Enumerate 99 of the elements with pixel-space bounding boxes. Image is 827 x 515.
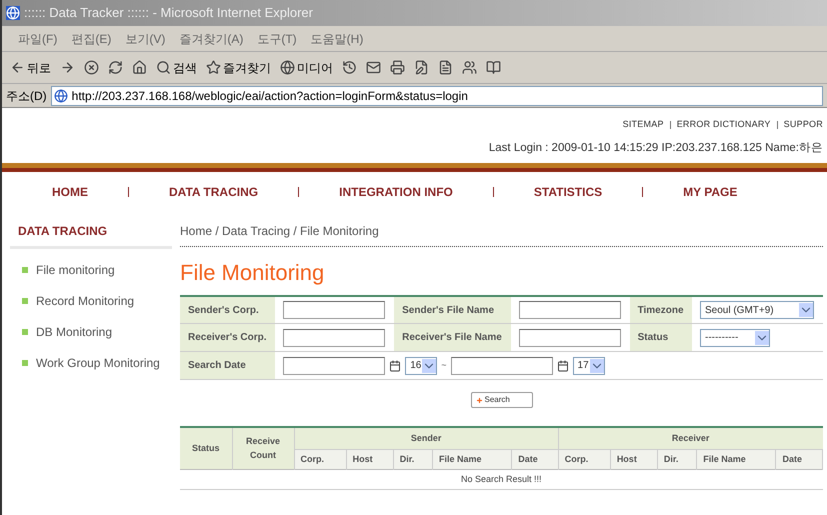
field-label: Timezone	[630, 296, 692, 324]
document-icon	[438, 60, 453, 75]
mail-icon	[366, 60, 381, 75]
toolbar-button[interactable]: 즐겨찾기	[206, 58, 271, 76]
sidebar-item[interactable]: DB Monitoring	[22, 322, 172, 341]
top-link[interactable]: ERROR DICTIONARY	[676, 118, 771, 132]
book-icon	[486, 60, 501, 75]
text-field[interactable]	[518, 301, 621, 319]
page-heading: File Monitoring	[180, 258, 326, 287]
menu-item[interactable]: 도움말(H)	[310, 30, 364, 48]
column-header: Date	[776, 449, 822, 470]
menu-item[interactable]: 즐겨찾기(A)	[179, 30, 244, 48]
home-icon	[132, 60, 147, 75]
menu-item[interactable]: 도구(T)	[257, 30, 297, 48]
sidebar-item[interactable]: File monitoring	[22, 260, 172, 279]
date-separator: ~	[441, 359, 447, 372]
edit-icon	[414, 60, 429, 75]
caret-icon	[422, 358, 436, 373]
sidebar-title: DATA TRACING	[10, 222, 172, 249]
menu-item[interactable]: 파일(F)	[18, 30, 58, 48]
column-header: Corp.	[558, 449, 610, 470]
toolbar-button[interactable]: 검색	[156, 58, 197, 76]
toolbar-button[interactable]	[390, 60, 405, 75]
bullet-icon	[22, 298, 28, 304]
toolbar-button[interactable]	[462, 60, 477, 75]
top-link[interactable]: SUPPOR	[784, 118, 823, 132]
column-header: Sender	[294, 427, 558, 450]
address-field[interactable]: http://203.237.168.168/weblogic/eai/action?action=loginForm&status=login	[50, 86, 823, 106]
bullet-icon	[22, 360, 28, 366]
column-header: Dir.	[393, 449, 432, 470]
column-header: Date	[512, 449, 558, 470]
forward-arrow-icon	[60, 60, 75, 75]
nav-tab[interactable]: HOME	[48, 182, 92, 201]
toolbar-button[interactable]	[60, 60, 75, 75]
stop-icon	[84, 60, 99, 75]
column-header: File Name	[432, 449, 512, 470]
caret-icon	[754, 330, 769, 345]
browser-icon	[6, 6, 20, 20]
column-header: Dir.	[657, 449, 697, 470]
field-label: Search Date	[180, 352, 276, 380]
toolbar-button[interactable]	[84, 60, 99, 75]
toolbar-button[interactable]	[486, 60, 501, 75]
nav-tab[interactable]: DATA TRACING	[165, 182, 262, 201]
toolbar-button[interactable]	[342, 60, 357, 75]
search-icon	[156, 60, 171, 75]
field-label: Sender's File Name	[394, 296, 511, 324]
nav-tab[interactable]: INTEGRATION INFO	[335, 182, 457, 201]
breadcrumb: Home / Data Tracing / File Monitoring	[180, 222, 823, 247]
field-label: Status	[630, 324, 692, 352]
sidebar-item[interactable]: Work Group Monitoring	[22, 354, 172, 372]
toolbar-button[interactable]: 뒤로	[10, 58, 51, 76]
caret-icon	[590, 358, 604, 373]
toolbar-button[interactable]: 미디어	[280, 58, 333, 76]
column-header: Receiver	[558, 427, 822, 450]
text-field[interactable]	[283, 301, 386, 319]
address-label: 주소(D)	[6, 88, 47, 104]
caret-icon	[798, 303, 813, 317]
calendar-icon[interactable]	[389, 360, 402, 372]
page-icon	[54, 88, 68, 102]
people-icon	[462, 60, 477, 75]
toolbar-button[interactable]	[132, 60, 147, 75]
history-icon	[342, 60, 357, 75]
toolbar-button[interactable]	[108, 60, 123, 75]
toolbar-button[interactable]	[366, 60, 381, 75]
column-header: Host	[346, 449, 394, 470]
empty-result-text: No Search Result !!!	[460, 474, 542, 484]
select-dropdown[interactable]: Seoul (GMT+9)	[700, 301, 814, 319]
field-label: Receiver's File Name	[394, 324, 511, 352]
column-header: Host	[610, 449, 658, 470]
text-field[interactable]	[283, 328, 386, 347]
window-title: :::::: Data Tracker :::::: - Microsoft Internet Explorer	[24, 4, 313, 22]
calendar-icon[interactable]	[556, 360, 569, 372]
top-link[interactable]: SITEMAP	[622, 118, 664, 132]
star-icon	[206, 60, 221, 75]
globe-icon	[280, 60, 295, 75]
field-label: Sender's Corp.	[180, 296, 276, 324]
printer-icon	[390, 60, 405, 75]
toolbar-button[interactable]	[438, 60, 453, 75]
nav-tab[interactable]: MY PAGE	[679, 182, 742, 201]
menu-item[interactable]: 보기(V)	[125, 30, 166, 48]
bullet-icon	[22, 328, 28, 335]
select-dropdown[interactable]: ----------	[700, 328, 770, 347]
last-login-text: Last Login : 2009-01-10 14:15:29 IP:203.237.168.125 Name:하은	[488, 140, 823, 156]
column-header: Corp.	[294, 449, 346, 470]
refresh-icon	[108, 60, 123, 75]
column-header: File Name	[696, 449, 776, 470]
text-field[interactable]	[518, 328, 621, 347]
field-label: Receiver's Corp.	[180, 324, 276, 352]
toolbar-button[interactable]	[414, 60, 429, 75]
text-field[interactable]	[450, 356, 553, 375]
text-field[interactable]	[283, 356, 386, 375]
menu-item[interactable]: 편집(E)	[71, 30, 112, 48]
sidebar-item[interactable]: Record Monitoring	[22, 292, 172, 310]
nav-tab[interactable]: STATISTICS	[530, 182, 606, 201]
bullet-icon	[22, 266, 28, 273]
select-dropdown[interactable]: 17	[572, 356, 605, 375]
search-button[interactable]: Search	[470, 392, 532, 408]
plus-icon	[476, 396, 482, 404]
select-dropdown[interactable]: 16	[405, 356, 438, 375]
